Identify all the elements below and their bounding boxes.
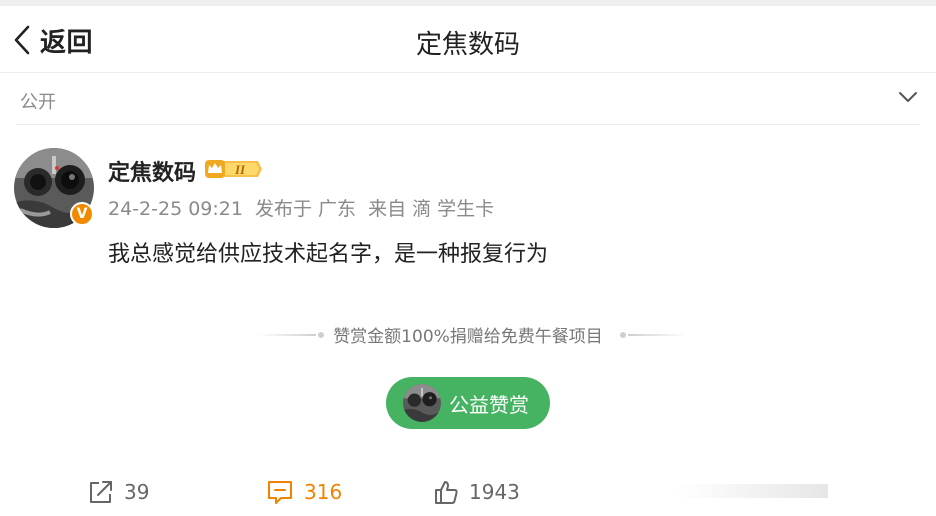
reward-avatar bbox=[403, 384, 441, 422]
thumbs-up-icon bbox=[435, 481, 458, 504]
post-meta: 24-2-25 09:21 发布于 广东 来自 滴 学生卡 bbox=[108, 194, 500, 221]
post-location: 发布于 广东 bbox=[255, 198, 357, 220]
camera-avatar-image bbox=[403, 384, 441, 422]
visibility-label: 公开 bbox=[20, 92, 56, 113]
share-count: 39 bbox=[124, 480, 150, 504]
faded-overlay bbox=[676, 484, 828, 498]
like-button[interactable]: 1943 bbox=[433, 477, 520, 507]
share-button[interactable]: 39 bbox=[88, 477, 149, 507]
crown-level-badge-icon: II bbox=[205, 160, 262, 178]
level-badge-text: II bbox=[234, 162, 246, 177]
comment-icon bbox=[268, 481, 292, 504]
like-count: 1943 bbox=[469, 480, 520, 504]
post-content: 我总感觉给供应技术起名字，是一种报复行为 bbox=[108, 242, 549, 267]
reward-button-label: 公益赞赏 bbox=[449, 392, 529, 417]
reward-note: 赞赏金额100%捐赠给免费午餐项目 bbox=[333, 327, 603, 347]
charity-reward-button[interactable]: 公益赞赏 bbox=[386, 377, 550, 429]
author-name[interactable]: 定焦数码 bbox=[108, 155, 196, 187]
top-navbar: 返回 定焦数码 bbox=[0, 6, 936, 73]
page-title: 定焦数码 bbox=[415, 30, 520, 60]
comment-button[interactable]: 316 bbox=[266, 477, 342, 507]
share-icon bbox=[90, 481, 112, 503]
post-source: 来自 滴 学生卡 bbox=[368, 198, 495, 220]
visibility-selector[interactable]: 公开 bbox=[16, 74, 920, 125]
comment-count: 316 bbox=[304, 480, 343, 504]
divider-line-right bbox=[628, 334, 686, 336]
verified-badge: V bbox=[70, 202, 94, 226]
chevron-down-icon bbox=[899, 92, 917, 102]
post-date: 24-2-25 09:21 bbox=[108, 198, 243, 220]
divider-dot-right bbox=[620, 332, 626, 338]
